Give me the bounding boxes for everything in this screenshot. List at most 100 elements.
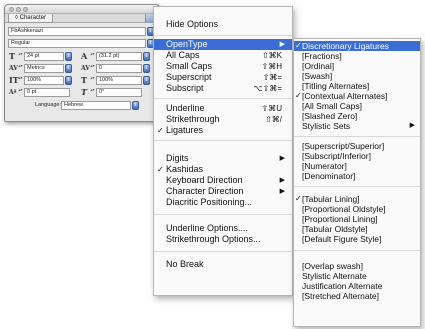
vertical-scale-spin-icon[interactable]: ▴▾ — [18, 76, 23, 85]
menu-item-small-caps[interactable]: Small Caps ⇧⌘H — [154, 61, 292, 72]
horizontal-scale-spin-icon[interactable]: ▴▾ — [90, 76, 95, 85]
menu-item-opentype[interactable]: OpenType ▶ — [154, 39, 292, 50]
submenu-item-contextual-alternates[interactable]: ✓ [Contextual Alternates] — [294, 91, 420, 101]
menu-item-digits[interactable]: Digits ▶ — [154, 153, 292, 164]
tracking-spin-icon[interactable]: ▴▾ — [90, 64, 95, 73]
menu-item-label: Strikethrough Options... — [166, 234, 261, 244]
font-size-icon: T — [9, 51, 15, 61]
language-dropdown-icon[interactable]: ⇕ — [132, 101, 139, 110]
language-select[interactable]: Hebrew — [61, 101, 131, 110]
tracking-dropdown-icon[interactable]: ⇕ — [143, 64, 150, 73]
submenu-item-justification-alternate[interactable]: Justification Alternate — [294, 281, 420, 291]
submenu-item-fractions[interactable]: [Fractions] — [294, 51, 420, 61]
kerning-dropdown-icon[interactable]: ⇕ — [65, 64, 72, 73]
menu-item-superscript[interactable]: Superscript ⇧⌘= — [154, 72, 292, 83]
menu-item-keyboard-direction[interactable]: Keyboard Direction ▶ — [154, 175, 292, 186]
submenu-item-superscript-superior[interactable]: [Superscript/Superior] — [294, 141, 420, 151]
leading-field[interactable]: (31.2 pt) — [96, 52, 142, 61]
skew-spin-icon[interactable]: ▴▾ — [90, 88, 95, 97]
menu-item-strikethrough-options[interactable]: Strikethrough Options... — [154, 234, 292, 245]
skew-field[interactable]: 0° — [96, 88, 142, 97]
font-size-dropdown-icon[interactable]: ⇕ — [65, 52, 72, 61]
font-size-spin-icon[interactable]: ▴▾ — [18, 52, 23, 61]
menu-item-label: Digits — [166, 153, 189, 163]
submenu-item-stretched-alternate[interactable]: [Stretched Alternate] — [294, 291, 420, 301]
submenu-item-ordinal[interactable]: [Ordinal] — [294, 61, 420, 71]
menu-item-label: Diacritic Positioning... — [166, 197, 253, 207]
menu-item-underline[interactable]: Underline ⇧⌘U — [154, 103, 292, 114]
horizontal-scale-dropdown-icon[interactable]: ⇕ — [143, 76, 150, 85]
baseline-shift-spin-icon[interactable]: ▴▾ — [18, 88, 23, 97]
submenu-item-tabular-oldstyle[interactable]: [Tabular Oldstyle] — [294, 224, 420, 234]
submenu-item-proportional-oldstyle[interactable]: [Proportional Oldstyle] — [294, 204, 420, 214]
submenu-item-numerator[interactable]: [Numerator] — [294, 161, 420, 171]
opentype-submenu: ✓ Discretionary Ligatures [Fractions] [O… — [293, 38, 421, 327]
font-size-field[interactable]: 24 pt — [24, 52, 64, 61]
submenu-item-label: [Proportional Oldstyle] — [302, 204, 386, 214]
shortcut-label: ⌥⇧⌘= — [253, 84, 282, 93]
submenu-item-titling-alternates[interactable]: [Titling Alternates] — [294, 81, 420, 91]
menu-item-diacritic-positioning[interactable]: Diacritic Positioning... — [154, 197, 292, 208]
check-icon: ✓ — [295, 41, 302, 50]
submenu-item-label: [Tabular Oldstyle] — [302, 224, 368, 234]
menu-item-label: OpenType — [166, 39, 208, 49]
submenu-item-tabular-lining[interactable]: ✓ [Tabular Lining] — [294, 194, 420, 204]
tracking-field[interactable]: 0 — [96, 64, 142, 73]
leading-dropdown-icon[interactable]: ⇕ — [143, 52, 150, 61]
submenu-item-slashed-zero[interactable]: [Slashed Zero] — [294, 111, 420, 121]
menu-separator — [154, 251, 292, 252]
baseline-shift-field[interactable]: 0 pt — [24, 88, 70, 97]
menu-item-label: Hide Options — [166, 19, 219, 29]
submenu-item-swash[interactable]: [Swash] — [294, 71, 420, 81]
menu-item-character-direction[interactable]: Character Direction ▶ — [154, 186, 292, 197]
leading-spin-icon[interactable]: ▴▾ — [90, 52, 95, 61]
submenu-item-label: [Default Figure Style] — [302, 234, 382, 244]
check-icon: ✓ — [295, 194, 302, 203]
zoom-window-button[interactable] — [23, 7, 28, 12]
menu-item-no-break[interactable]: No Break — [154, 259, 292, 270]
menu-separator — [294, 186, 420, 187]
character-panel-menu: Hide Options OpenType ▶ All Caps ⇧⌘K Sma… — [153, 6, 293, 296]
submenu-item-discretionary-ligatures[interactable]: ✓ Discretionary Ligatures — [294, 41, 420, 51]
menu-item-kashidas[interactable]: ✓ Kashidas — [154, 164, 292, 175]
submenu-item-stylistic-alternate[interactable]: Stylistic Alternate — [294, 271, 420, 281]
submenu-item-label: [Superscript/Superior] — [302, 141, 385, 151]
menu-item-label: Underline — [166, 103, 205, 113]
horizontal-scale-field[interactable]: 100% — [96, 76, 142, 85]
menu-item-label: Small Caps — [166, 61, 213, 71]
kerning-icon: AV — [9, 65, 18, 72]
menu-item-underline-options[interactable]: Underline Options.... — [154, 223, 292, 234]
close-window-button[interactable] — [9, 7, 14, 12]
menu-item-strikethrough[interactable]: Strikethrough ⇧⌘/ — [154, 114, 292, 125]
check-icon: ✓ — [157, 165, 164, 174]
font-family-field[interactable]: FbAshkenazi — [8, 27, 146, 36]
submenu-arrow-icon: ▶ — [279, 41, 285, 48]
menu-item-ligatures[interactable]: ✓ Ligatures — [154, 125, 292, 136]
menu-item-all-caps[interactable]: All Caps ⇧⌘K — [154, 50, 292, 61]
menu-separator — [154, 35, 292, 36]
vertical-scale-dropdown-icon[interactable]: ⇕ — [65, 76, 72, 85]
menu-item-hide-options[interactable]: Hide Options — [154, 19, 292, 30]
submenu-item-stylistic-sets[interactable]: Stylistic Sets ▶ — [294, 121, 420, 131]
submenu-item-all-small-caps[interactable]: [All Small Caps] — [294, 101, 420, 111]
submenu-item-proportional-lining[interactable]: [Proportional Lining] — [294, 214, 420, 224]
font-style-field[interactable]: Regular — [8, 39, 146, 48]
submenu-item-overlap-swash[interactable]: [Overlap swash] — [294, 261, 420, 271]
check-icon: ✓ — [157, 126, 164, 135]
menu-item-subscript[interactable]: Subscript ⌥⇧⌘= — [154, 83, 292, 94]
tab-character[interactable]: ◊ Character — [8, 14, 53, 23]
menu-separator — [154, 140, 292, 141]
submenu-item-label: [Swash] — [302, 71, 333, 81]
kerning-field[interactable]: Metrics — [24, 64, 64, 73]
minimize-window-button[interactable] — [16, 7, 21, 12]
submenu-item-label: Stylistic Alternate — [302, 271, 367, 281]
submenu-item-label: [Slashed Zero] — [302, 111, 358, 121]
menu-item-label: No Break — [166, 259, 204, 269]
submenu-item-subscript-inferior[interactable]: [Subscript/Inferior] — [294, 151, 420, 161]
submenu-item-denominator[interactable]: [Denominator] — [294, 171, 420, 181]
kerning-spin-icon[interactable]: ▴▾ — [18, 64, 23, 73]
menu-item-label: Strikethrough — [166, 114, 220, 124]
submenu-item-default-figure-style[interactable]: [Default Figure Style] — [294, 234, 420, 244]
check-icon: ✓ — [295, 91, 302, 100]
vertical-scale-field[interactable]: 100% — [24, 76, 64, 85]
